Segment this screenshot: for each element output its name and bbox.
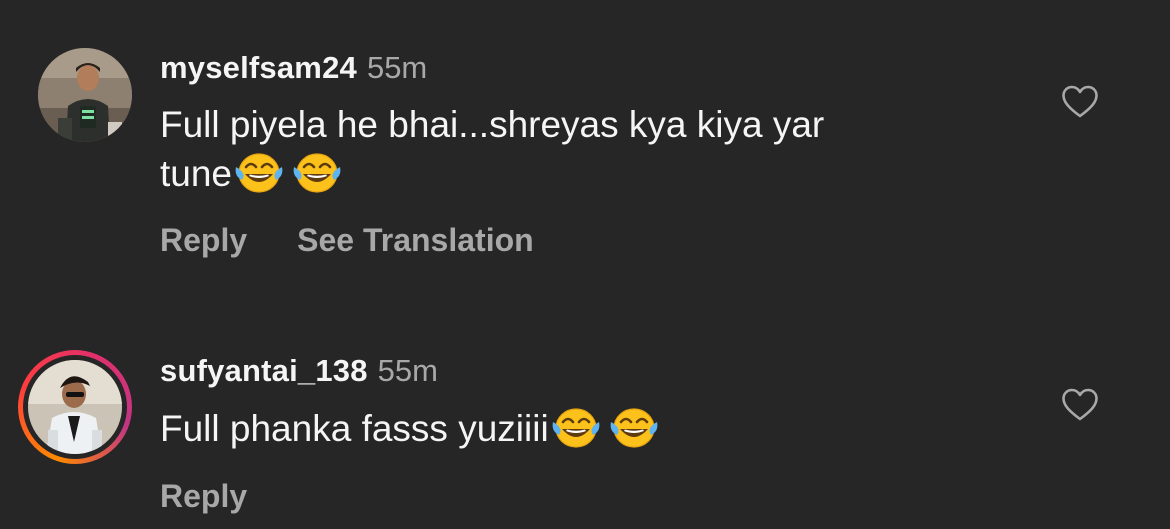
- timestamp: 55m: [366, 50, 428, 85]
- tears-of-joy-emoji-icon: [292, 149, 342, 195]
- heart-outline-icon[interactable]: [1061, 388, 1099, 422]
- comment-meta: myselfsam24 55m: [160, 50, 427, 86]
- reply-button[interactable]: Reply: [160, 222, 247, 258]
- comment-text-line: tune: [160, 153, 233, 194]
- see-translation-button[interactable]: See Translation: [297, 222, 534, 258]
- username[interactable]: myselfsam24: [160, 50, 357, 85]
- comment-text: Full phanka fasss yuziiii: [160, 404, 960, 453]
- avatar[interactable]: [28, 360, 122, 454]
- timestamp: 55m: [377, 353, 438, 388]
- comment-text-line: Full piyela he bhai...shreyas kya kiya y…: [160, 104, 825, 145]
- comment-actions: Reply See Translation: [160, 222, 534, 259]
- comment-text: Full piyela he bhai...shreyas kya kiya y…: [160, 101, 960, 198]
- avatar[interactable]: [38, 48, 132, 142]
- tears-of-joy-emoji-icon: [234, 149, 284, 195]
- comment-actions: Reply: [160, 478, 247, 515]
- tears-of-joy-emoji-icon: [551, 404, 601, 450]
- heart-outline-icon[interactable]: [1061, 85, 1099, 119]
- reply-button[interactable]: Reply: [160, 478, 247, 514]
- username[interactable]: sufyantai_138: [160, 353, 368, 388]
- comment-meta: sufyantai_138 55m: [160, 353, 438, 389]
- tears-of-joy-emoji-icon: [609, 404, 659, 450]
- comment-text-line: Full phanka fasss yuziiii: [160, 408, 549, 449]
